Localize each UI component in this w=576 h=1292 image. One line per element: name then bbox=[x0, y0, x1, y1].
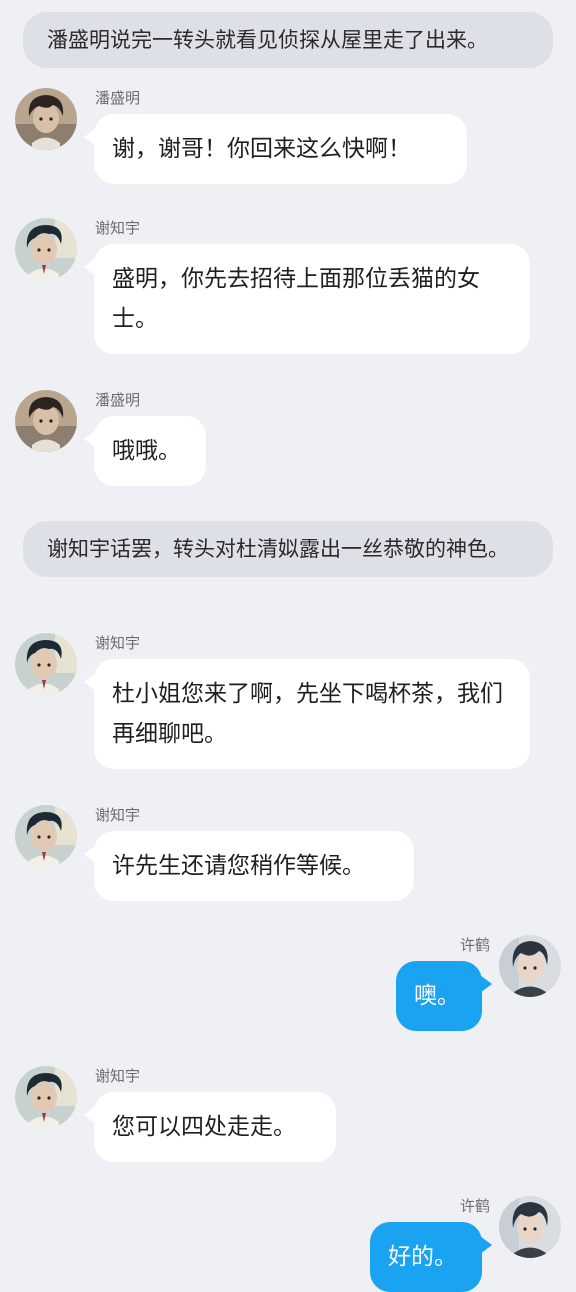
message-bubble[interactable]: 谢，谢哥！你回来这么快啊！ bbox=[84, 114, 467, 184]
avatar-xu-he[interactable] bbox=[499, 1196, 561, 1258]
avatar-pan-shengming[interactable] bbox=[15, 390, 77, 452]
sender-name: 谢知宇 bbox=[95, 806, 141, 824]
message-bubble[interactable]: 许先生还请您稍作等候。 bbox=[84, 831, 414, 901]
xie-avatar-icon bbox=[15, 1066, 77, 1128]
narration-text: 潘盛明说完一转头就看见侦探从屋里走了出来。 bbox=[23, 12, 553, 68]
message-bubble[interactable]: 哦哦。 bbox=[84, 416, 206, 486]
sender-name: 谢知宇 bbox=[95, 219, 141, 237]
xu-avatar-icon bbox=[499, 935, 561, 997]
sender-name: 谢知宇 bbox=[95, 634, 141, 652]
message-bubble[interactable]: 杜小姐您来了啊，先坐下喝杯茶，我们再细聊吧。 bbox=[84, 659, 530, 769]
sender-name: 许鹤 bbox=[459, 936, 490, 954]
avatar-xu-he[interactable] bbox=[499, 935, 561, 997]
chat-feed[interactable]: 潘盛明说完一转头就看见侦探从屋里走了出来。 潘盛明 谢，谢哥！你回来这么快啊！ … bbox=[0, 0, 576, 1292]
message-bubble[interactable]: 盛明，你先去招待上面那位丢猫的女士。 bbox=[84, 244, 530, 354]
sender-name: 谢知宇 bbox=[95, 1067, 141, 1085]
pan-avatar-icon bbox=[15, 88, 77, 150]
message-bubble[interactable]: 噢。 bbox=[396, 961, 492, 1031]
avatar-xie-zhiyu[interactable] bbox=[15, 805, 77, 867]
sender-name: 潘盛明 bbox=[95, 89, 141, 107]
avatar-xie-zhiyu[interactable] bbox=[15, 1066, 77, 1128]
xie-avatar-icon bbox=[15, 633, 77, 695]
avatar-pan-shengming[interactable] bbox=[15, 88, 77, 150]
narration-text: 谢知宇话罢，转头对杜清姒露出一丝恭敬的神色。 bbox=[23, 521, 553, 577]
sender-name: 潘盛明 bbox=[95, 391, 141, 409]
message-bubble[interactable]: 好的。 bbox=[370, 1222, 492, 1292]
message-bubble[interactable]: 您可以四处走走。 bbox=[84, 1092, 336, 1162]
xie-avatar-icon bbox=[15, 805, 77, 867]
avatar-xie-zhiyu[interactable] bbox=[15, 218, 77, 280]
sender-name: 许鹤 bbox=[459, 1197, 490, 1215]
xie-avatar-icon bbox=[15, 218, 77, 280]
xu-avatar-icon bbox=[499, 1196, 561, 1258]
pan-avatar-icon bbox=[15, 390, 77, 452]
avatar-xie-zhiyu[interactable] bbox=[15, 633, 77, 695]
